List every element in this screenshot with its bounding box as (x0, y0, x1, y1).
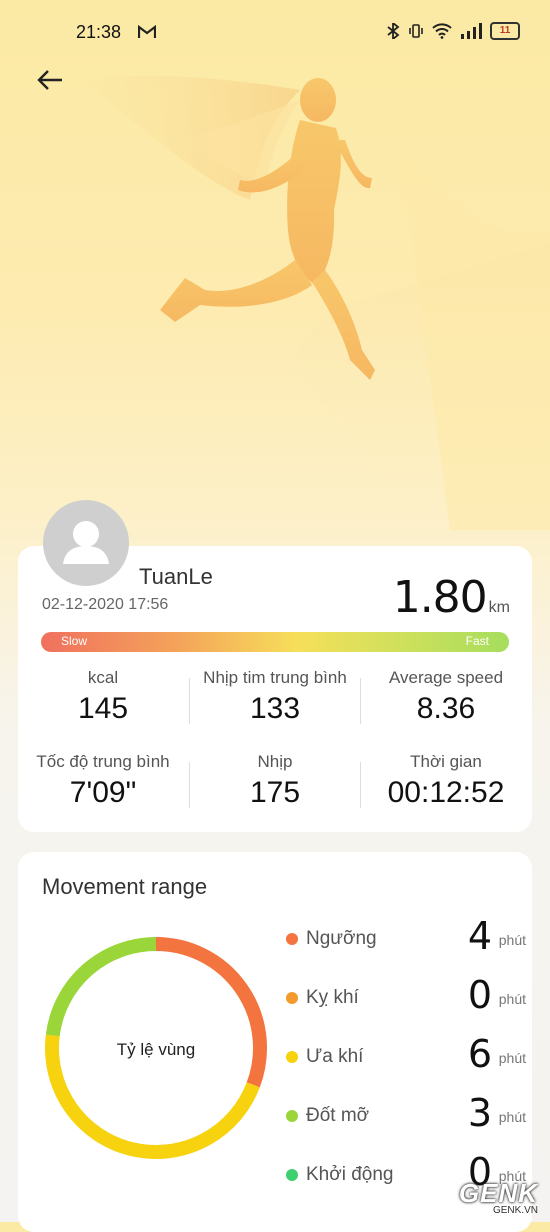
zone-unit: phút (498, 932, 526, 948)
stat-duration: Thời gian 00:12:52 (361, 752, 531, 810)
user-silhouette-icon (63, 521, 109, 564)
stat-average-speed: Average speed 8.36 (361, 668, 531, 726)
zone-ring-label: Tỷ lệ vùng (116, 1040, 196, 1059)
zone-name: Ngưỡng (306, 928, 377, 949)
stat-label: kcal (87, 668, 119, 687)
battery-icon: 11 (490, 22, 520, 40)
zone-ring-segment (45, 937, 157, 1037)
movement-range-title: Movement range (42, 874, 208, 899)
signal-icon (461, 23, 482, 39)
zone-dot (286, 1051, 298, 1063)
zone-name: Kỵ khí (306, 987, 359, 1008)
zone-unit: phút (498, 1109, 526, 1125)
zone-dot (286, 1110, 298, 1122)
stat-value: 145 (77, 692, 129, 725)
zone-item-dot-mo: Đốt mỡ 3 phút (284, 1091, 526, 1137)
workout-datetime: 02-12-2020 17:56 (42, 596, 169, 613)
bluetooth-icon (387, 23, 400, 39)
avatar (43, 500, 129, 586)
genk-watermark: GENK GENK.VN (459, 1178, 538, 1216)
stat-label: Average speed (388, 668, 504, 687)
pace-slow-label: Slow (61, 634, 88, 648)
status-bar: 21:38 11 (0, 0, 550, 66)
zone-name: Ưa khí (306, 1046, 364, 1067)
zone-minutes: 0 (467, 973, 492, 1017)
stat-avg-pace: Tốc độ trung bình 7'09" (18, 752, 188, 810)
zone-unit: phút (498, 991, 526, 1007)
stat-cadence: Nhịp 175 (190, 752, 360, 810)
pace-fast-label: Fast (465, 634, 489, 648)
stat-value: 00:12:52 (387, 776, 505, 809)
zone-ring-segment (155, 937, 267, 1088)
status-time: 21:38 (76, 22, 122, 42)
wifi-icon (432, 23, 452, 39)
distance-readout: 1.80 km (393, 572, 510, 623)
zone-dot (286, 933, 298, 945)
stat-kcal: kcal 145 (18, 668, 188, 726)
zone-item-ky-khi: Kỵ khí 0 phút (284, 973, 526, 1019)
stat-avg-heart-rate: Nhịp tim trung bình 133 (190, 668, 360, 726)
stat-label: Thời gian (410, 752, 482, 771)
stat-value: 7'09" (69, 776, 137, 809)
zone-minutes: 3 (467, 1091, 492, 1135)
stat-value: 175 (249, 776, 301, 809)
pace-gradient-bar: Slow Fast (41, 632, 509, 652)
status-icons: 11 (386, 22, 520, 40)
stat-label: Tốc độ trung bình (36, 752, 170, 771)
movement-range-card: Movement range Tỷ lệ vùng Ngưỡng 4 phút … (18, 852, 532, 1232)
stat-value: 133 (249, 692, 301, 725)
distance-value: 1.80 (392, 572, 488, 623)
vibrate-icon (409, 24, 423, 38)
zone-dot (286, 1169, 298, 1181)
zone-name: Khởi động (306, 1164, 394, 1185)
zone-minutes: 4 (467, 914, 492, 958)
zone-unit: phút (498, 1050, 526, 1066)
stat-label: Nhịp (257, 752, 293, 771)
workout-summary-card: TuanLe 02-12-2020 17:56 1.80 km Slow Fast… (18, 546, 532, 832)
zone-item-ua-khi: Ưa khí 6 phút (284, 1032, 526, 1078)
stat-label: Nhịp tim trung bình (203, 668, 347, 687)
zone-name: Đốt mỡ (306, 1105, 370, 1126)
distance-unit: km (488, 599, 510, 616)
gmail-icon (138, 25, 156, 38)
runner-illustration (80, 75, 550, 530)
zone-item-nguong: Ngưỡng 4 phút (284, 914, 526, 960)
zone-minutes: 6 (467, 1032, 492, 1076)
user-name: TuanLe (139, 564, 213, 589)
zone-dot (286, 992, 298, 1004)
stat-value: 8.36 (416, 692, 476, 725)
